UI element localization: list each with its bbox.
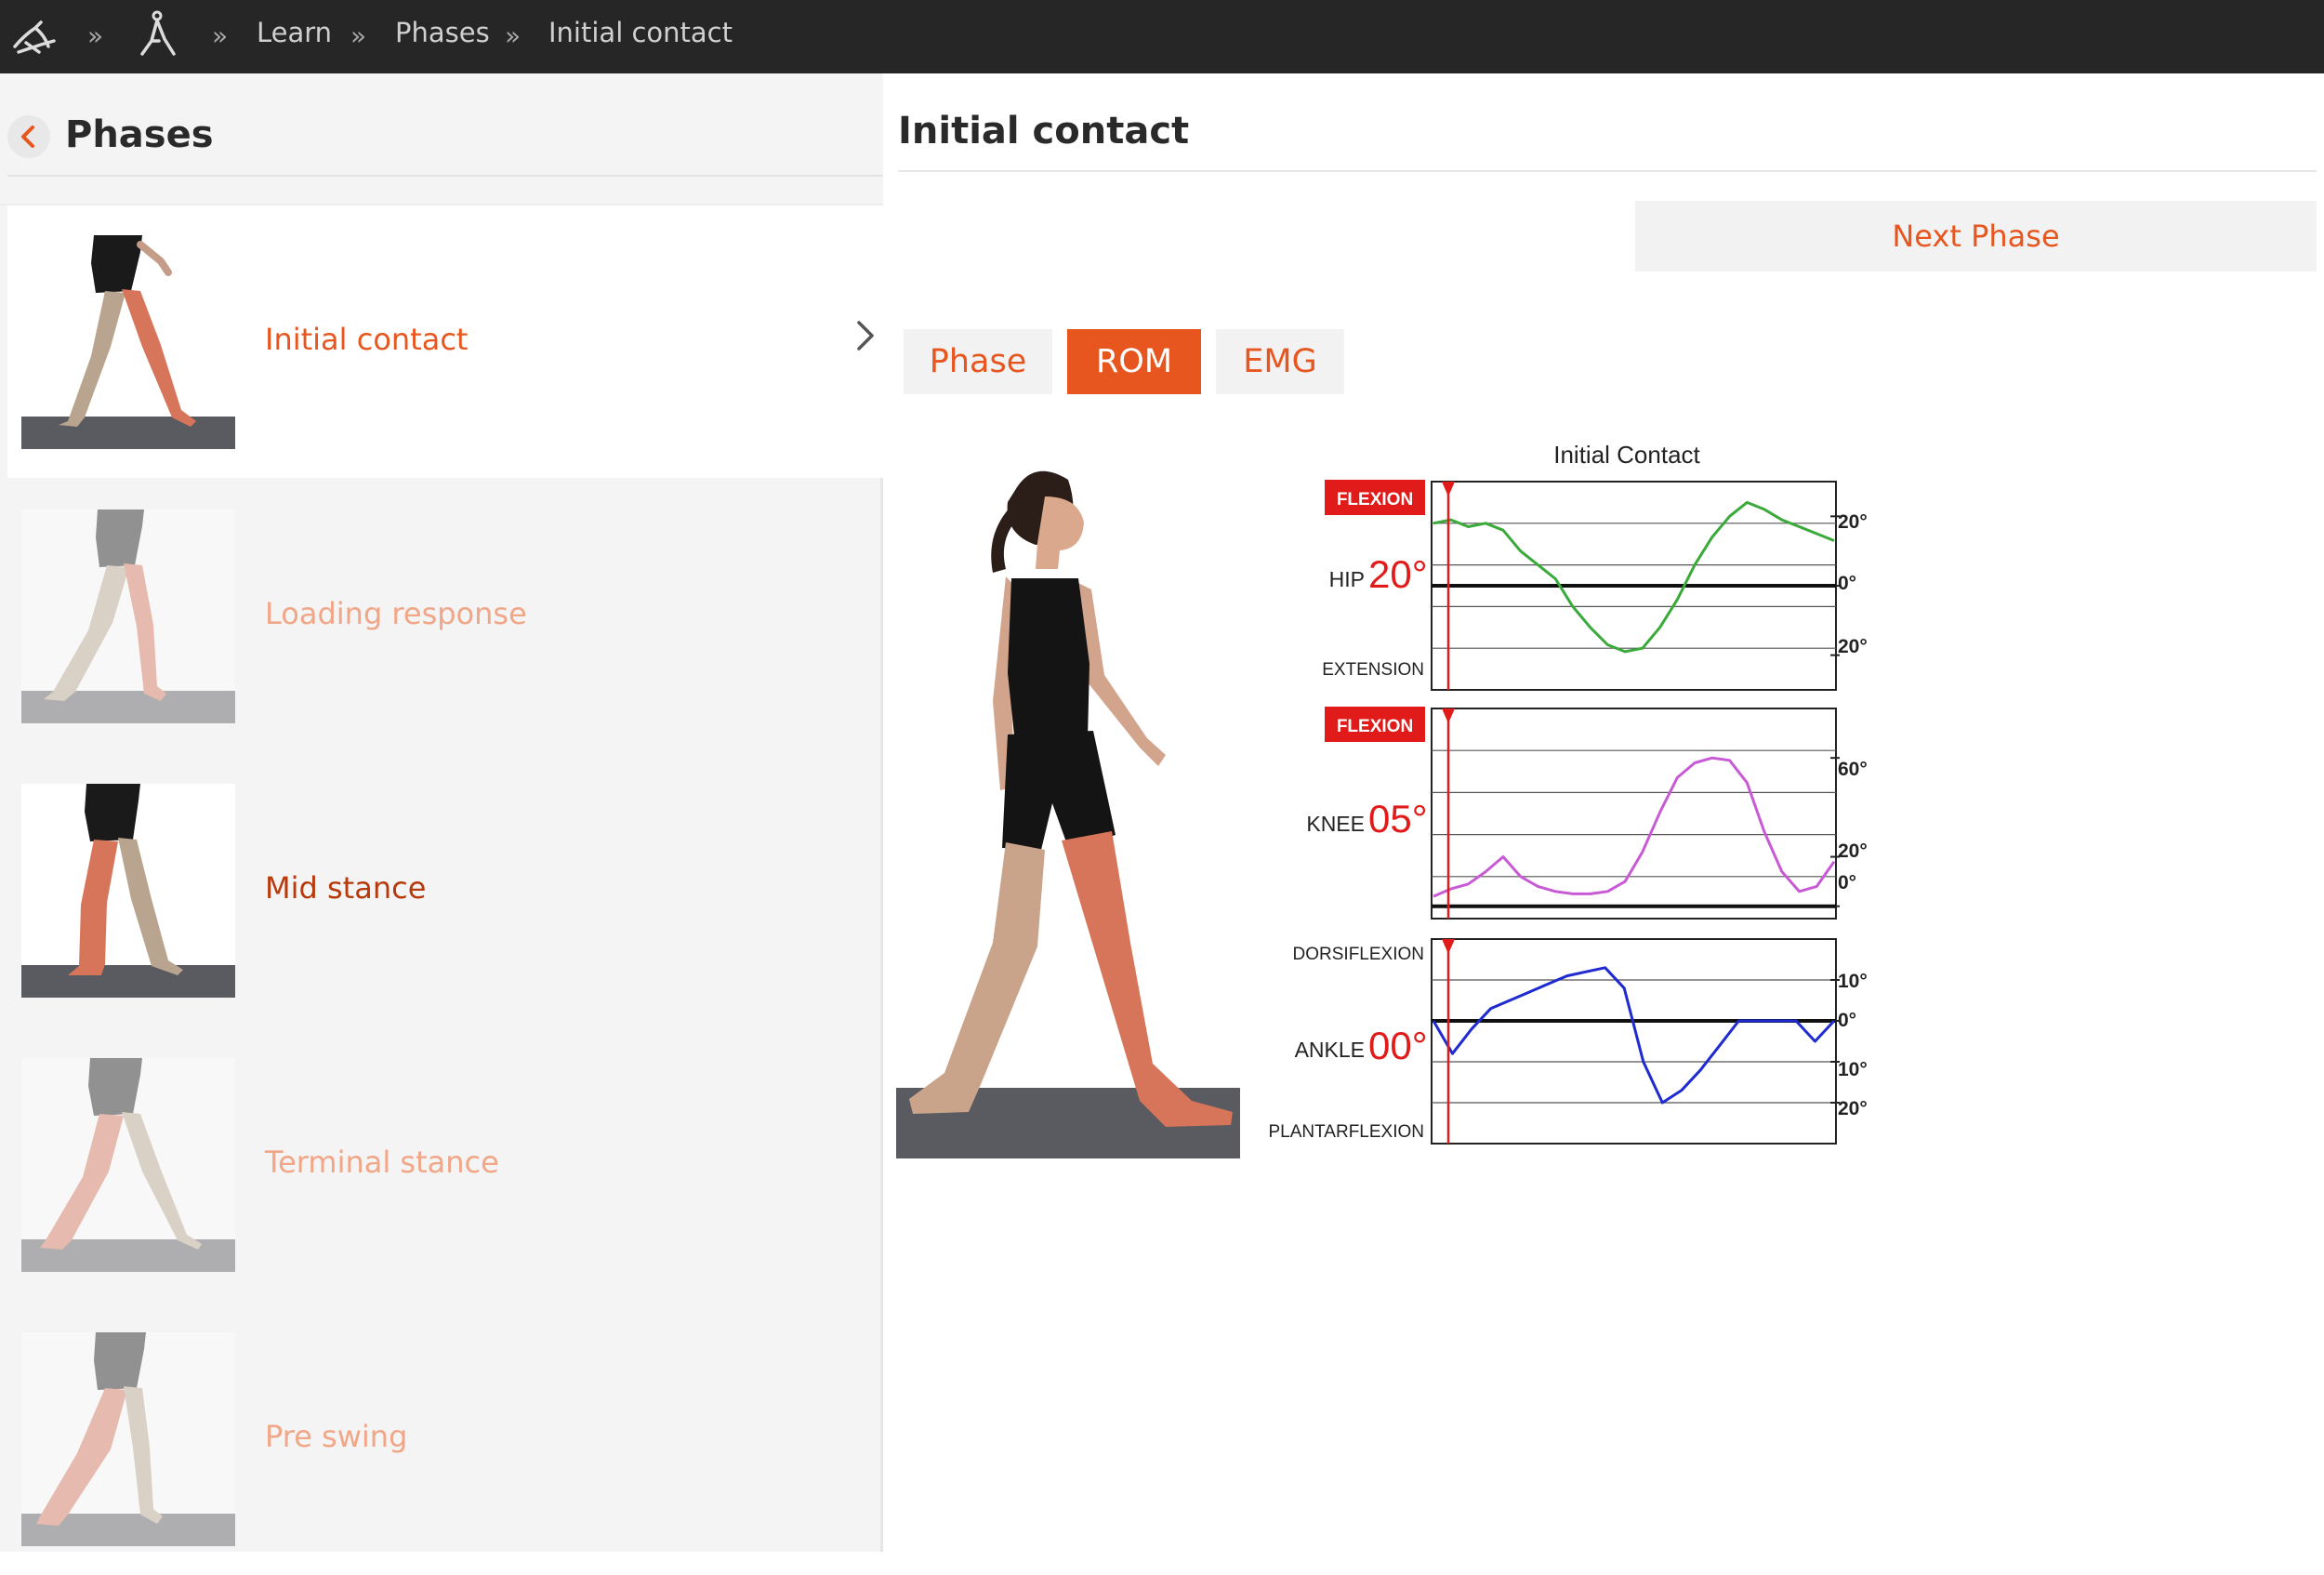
- hip-tick-label: 0°: [1838, 573, 1856, 594]
- knee-plot: [1431, 708, 1840, 920]
- top-navigation-bar: » » Learn » Phases » Initial contact: [0, 0, 2324, 73]
- ankle-tick-label: 0°: [1838, 1010, 1856, 1031]
- ankle-tick-label: 10°: [1838, 971, 1868, 992]
- rom-chart: Initial Contact FLEXION HIP 20° EXTENSIO…: [1268, 441, 1868, 1145]
- sidebar-item-initial-contact[interactable]: Initial contact: [7, 205, 883, 478]
- sidebar-item-loading-response[interactable]: Loading response: [7, 480, 883, 752]
- gait-figure-icon[interactable]: [135, 0, 183, 73]
- breadcrumb-separator: »: [350, 20, 367, 51]
- breadcrumb-phases[interactable]: Phases: [395, 17, 490, 48]
- sidebar-item-label: Loading response: [265, 596, 527, 631]
- sidebar-item-mid-stance[interactable]: Mid stance: [7, 754, 883, 1026]
- tab-phase[interactable]: Phase: [904, 329, 1052, 394]
- breadcrumb-separator: »: [212, 20, 229, 51]
- sidebar-item-label: Pre swing: [265, 1419, 408, 1454]
- divider: [898, 170, 2317, 172]
- sidebar-header: Phases: [0, 73, 883, 205]
- ankle-angle-value: 00°: [1368, 1024, 1428, 1067]
- hip-flexion-label: FLEXION: [1337, 490, 1413, 510]
- breadcrumb-separator: »: [87, 20, 104, 51]
- sidebar-item-pre-swing[interactable]: Pre swing: [7, 1303, 883, 1575]
- phase-thumbnail: [21, 1058, 235, 1272]
- hip-tick-label: 20°: [1838, 511, 1868, 533]
- sidebar-item-label: Terminal stance: [265, 1145, 499, 1180]
- hip-extension-label: EXTENSION: [1322, 660, 1424, 680]
- knee-tick-label: 60°: [1838, 759, 1868, 780]
- hip-angle-value: 20°: [1368, 552, 1428, 596]
- ankle-plantarflexion-label: PLANTARFLEXION: [1268, 1122, 1424, 1142]
- knee-flexion-label: FLEXION: [1337, 717, 1413, 736]
- ankle-tick-label: 10°: [1838, 1059, 1868, 1080]
- knee-plot-frame: [1431, 708, 1837, 920]
- sidebar-item-label: Mid stance: [265, 870, 427, 906]
- ankle-tick-label: 20°: [1838, 1098, 1868, 1119]
- walking-figure-image: [896, 459, 1240, 1158]
- ankle-joint-label: ANKLE: [1295, 1038, 1365, 1062]
- sidebar-item-terminal-stance[interactable]: Terminal stance: [7, 1028, 883, 1301]
- ankle-dorsiflexion-label: DORSIFLEXION: [1293, 945, 1424, 964]
- phase-thumbnail: [21, 1332, 235, 1546]
- tab-rom[interactable]: ROM: [1067, 329, 1201, 394]
- phase-thumbnail: [21, 235, 235, 449]
- ankle-plot: [1431, 938, 1840, 1145]
- sidebar-item-label: Initial contact: [265, 322, 469, 357]
- phase-thumbnail: [21, 510, 235, 723]
- sidebar-title: Phases: [65, 113, 214, 156]
- next-phase-button[interactable]: Next Phase: [1635, 201, 2317, 271]
- chevron-right-icon: [857, 321, 874, 351]
- divider: [7, 175, 883, 177]
- hip-tick-label: 20°: [1838, 636, 1868, 657]
- knee-joint-label: KNEE: [1306, 812, 1365, 836]
- phase-thumbnail: [21, 784, 235, 998]
- knee-tick-label: 0°: [1838, 872, 1856, 893]
- chart-title: Initial Contact: [1553, 441, 1700, 469]
- page-title: Initial contact: [898, 110, 1190, 152]
- knee-angle-value: 05°: [1368, 797, 1428, 840]
- hip-joint-label: HIP: [1329, 567, 1365, 591]
- breadcrumb-initial-contact[interactable]: Initial contact: [548, 17, 733, 48]
- hip-plot: [1431, 481, 1840, 691]
- ankle-plot-frame: [1431, 938, 1837, 1145]
- phases-sidebar: Phases Initial contact Loading response …: [0, 73, 883, 1552]
- chevron-left-icon: [21, 126, 34, 148]
- app-logo-icon[interactable]: [7, 0, 63, 73]
- tab-emg[interactable]: EMG: [1216, 329, 1344, 394]
- breadcrumb-learn[interactable]: Learn: [257, 17, 332, 48]
- breadcrumb-separator: »: [505, 20, 522, 51]
- knee-tick-label: 20°: [1838, 840, 1868, 862]
- back-button[interactable]: [7, 115, 50, 158]
